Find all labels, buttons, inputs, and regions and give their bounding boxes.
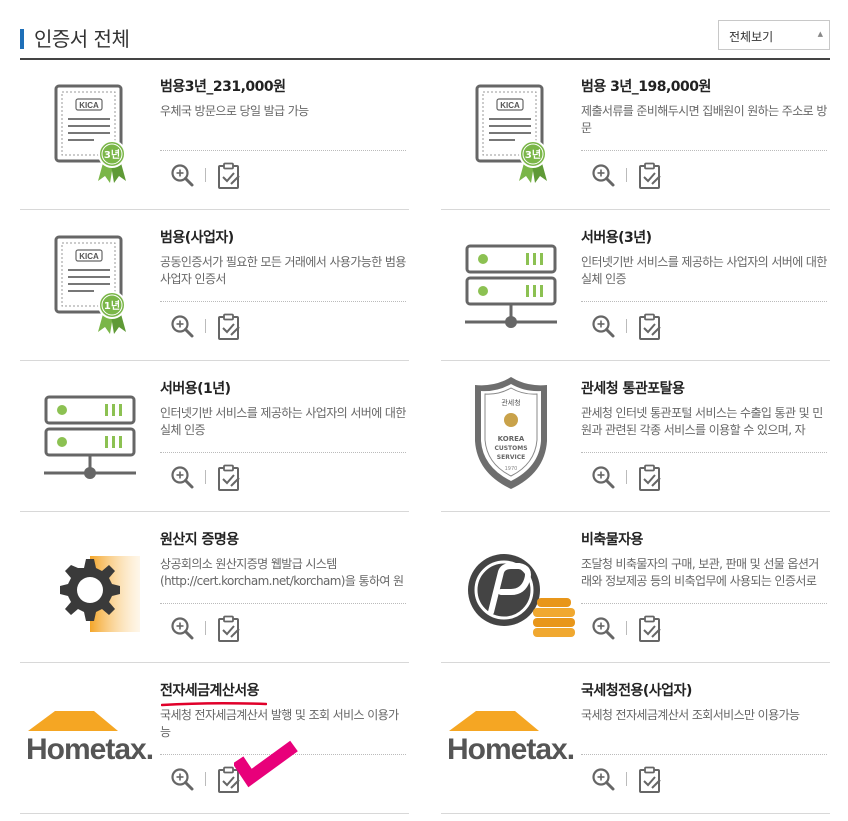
certificate-name[interactable]: 국세청전용(사업자)	[581, 680, 692, 700]
dotted-divider	[160, 603, 406, 604]
dotted-divider	[581, 301, 827, 302]
procurement-coin-icon	[441, 512, 581, 662]
clipboard-check-icon[interactable]	[216, 615, 242, 643]
certificate-card: 비축물자용 조달청 비축물자의 구매, 보관, 판매 및 선물 옵션거래와 정보…	[441, 512, 830, 663]
zoom-icon[interactable]	[591, 314, 617, 340]
validity-badge-text: 3년	[104, 148, 120, 161]
certificate-card: Hometax. 전자세금계산서용 국세청 전자세금계산서 발행 및 조회 서비…	[20, 663, 409, 814]
kica-certificate-1yr-icon: KICA 1년	[20, 210, 160, 360]
gear-icon	[20, 512, 160, 662]
certificate-description: 제출서류를 준비해두시면 집배원이 원하는 주소로 방문	[581, 104, 827, 135]
server-icon	[20, 361, 160, 511]
certificate-description: 국세청 전자세금계산서 조회서비스만 이용가능	[581, 708, 800, 722]
certificate-description: 우체국 방문으로 당일 발급 가능	[160, 104, 309, 118]
magenta-check-annotation	[234, 740, 298, 788]
zoom-icon[interactable]	[170, 767, 196, 793]
certificate-name[interactable]: 범용(사업자)	[160, 227, 234, 247]
certificate-name[interactable]: 전자세금계산서용	[160, 680, 260, 700]
certificate-name[interactable]: 범용 3년_198,000원	[581, 76, 711, 96]
certificate-card: KICA 3년 범용3년_231,000원 우체국 방문으로 당일 발급 가능	[20, 59, 409, 210]
certificate-name[interactable]: 서버용(3년)	[581, 227, 652, 247]
certificate-name[interactable]: 비축물자용	[581, 529, 643, 549]
certificate-description: 관세청 인터넷 통관포털 서비스는 수출입 통관 및 민원과 관련된 각종 서비…	[581, 406, 823, 437]
dotted-divider	[581, 452, 827, 453]
certificate-name[interactable]: 관세청 통관포탈용	[581, 378, 685, 398]
clipboard-check-icon[interactable]	[216, 162, 242, 190]
certificate-name[interactable]: 서버용(1년)	[160, 378, 231, 398]
kica-logo-text: KICA	[500, 101, 520, 110]
server-icon	[441, 210, 581, 360]
kica-certificate-3yr-icon: KICA 3년	[20, 59, 160, 209]
validity-badge-text: 3년	[525, 148, 541, 161]
certificate-card: 서버용(3년) 인터넷기반 서비스를 제공하는 사업자의 서버에 대한 실체 인…	[441, 210, 830, 361]
separator	[205, 772, 206, 786]
certificate-card: Hometax. 국세청전용(사업자) 국세청 전자세금계산서 조회서비스만 이…	[441, 663, 830, 814]
emblem-line3: SERVICE	[497, 454, 525, 461]
clipboard-check-icon[interactable]	[216, 464, 242, 492]
certificate-description: 인터넷기반 서비스를 제공하는 사업자의 서버에 대한 실체 인증	[581, 255, 827, 286]
certificate-name[interactable]: 범용3년_231,000원	[160, 76, 286, 96]
emblem-line2: CUSTOMS	[494, 445, 527, 452]
separator	[626, 168, 627, 182]
separator	[205, 470, 206, 484]
hometax-logo: Hometax.	[441, 663, 581, 813]
dotted-divider	[581, 603, 827, 604]
clipboard-check-icon[interactable]	[216, 313, 242, 341]
hometax-logo: Hometax.	[20, 663, 160, 813]
separator	[205, 168, 206, 182]
view-select-value: 전체보기	[729, 30, 774, 44]
certificate-name[interactable]: 원산지 증명용	[160, 529, 239, 549]
certificate-description: 조달청 비축물자의 구매, 보관, 판매 및 선물 옵션거래와 정보제공 등의 …	[581, 557, 819, 588]
dotted-divider	[160, 150, 406, 151]
certificate-description: 공동인증서가 필요한 모든 거래에서 사용가능한 범용사업자 인증서	[160, 255, 406, 286]
zoom-icon[interactable]	[170, 465, 196, 491]
zoom-icon[interactable]	[170, 616, 196, 642]
dotted-divider	[581, 754, 827, 755]
separator	[626, 319, 627, 333]
clipboard-check-icon[interactable]	[637, 313, 663, 341]
certificate-card: 원산지 증명용 상공회의소 원산지증명 웹발급 시스템(http://cert.…	[20, 512, 409, 663]
certificate-description: 상공회의소 원산지증명 웹발급 시스템(http://cert.korcham.…	[160, 557, 404, 592]
emblem-year: 1970	[505, 466, 518, 472]
separator	[626, 772, 627, 786]
separator	[626, 621, 627, 635]
clipboard-check-icon[interactable]	[637, 162, 663, 190]
hometax-logo-text: Hometax.	[26, 733, 153, 766]
kica-logo-text: KICA	[79, 252, 99, 261]
page-title: 인증서 전체	[34, 27, 130, 51]
red-underline-annotation	[161, 701, 267, 707]
separator	[626, 470, 627, 484]
section-header: 인증서 전체 전체보기 ▲	[20, 20, 830, 60]
korea-customs-emblem-icon: 관세청 KOREA CUSTOMS SERVICE 1970	[441, 361, 581, 511]
zoom-icon[interactable]	[591, 163, 617, 189]
dotted-divider	[160, 301, 406, 302]
validity-badge-text: 1년	[104, 299, 120, 312]
certificate-card: KICA 1년 범용(사업자) 공동인증서가 필요한 모든 거래에서 사용가능한…	[20, 210, 409, 361]
certificate-card: 서버용(1년) 인터넷기반 서비스를 제공하는 사업자의 서버에 대한 실체 인…	[20, 361, 409, 512]
certificate-card: 관세청 KOREA CUSTOMS SERVICE 1970 관세청 통관포탈용…	[441, 361, 830, 512]
kica-certificate-3yr-icon: KICA 3년	[441, 59, 581, 209]
certificate-description: 인터넷기반 서비스를 제공하는 사업자의 서버에 대한 실체 인증	[160, 406, 406, 437]
dotted-divider	[581, 150, 827, 151]
emblem-top-text: 관세청	[501, 398, 520, 407]
zoom-icon[interactable]	[591, 767, 617, 793]
clipboard-check-icon[interactable]	[637, 766, 663, 794]
view-all-select[interactable]: 전체보기 ▲	[718, 20, 830, 50]
title-accent-bar	[20, 29, 24, 49]
clipboard-check-icon[interactable]	[637, 615, 663, 643]
dotted-divider	[160, 452, 406, 453]
emblem-line1: KOREA	[498, 435, 525, 443]
separator	[205, 319, 206, 333]
separator	[205, 621, 206, 635]
zoom-icon[interactable]	[170, 314, 196, 340]
hometax-logo-text: Hometax.	[447, 733, 574, 766]
zoom-icon[interactable]	[170, 163, 196, 189]
zoom-icon[interactable]	[591, 616, 617, 642]
clipboard-check-icon[interactable]	[637, 464, 663, 492]
zoom-icon[interactable]	[591, 465, 617, 491]
kica-logo-text: KICA	[79, 101, 99, 110]
select-arrow-icon: ▲	[817, 30, 823, 38]
certificate-card: KICA 3년 범용 3년_198,000원 제출서류를 준비해두시면 집배원이…	[441, 59, 830, 210]
